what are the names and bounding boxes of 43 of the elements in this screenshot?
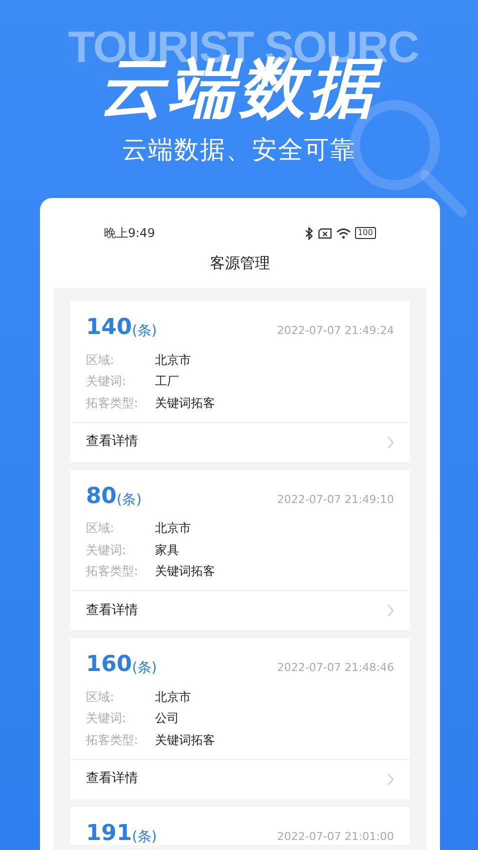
record-count: 191	[86, 822, 132, 844]
chevron-right-icon	[387, 436, 394, 448]
record-time: 2022-07-07 21:49:10	[277, 494, 394, 504]
field-value: 北京市	[155, 352, 191, 369]
sim-icon	[318, 228, 332, 238]
field-value: 北京市	[155, 688, 191, 706]
field-label: 区域:	[86, 352, 116, 369]
field-value: 公司	[155, 710, 179, 728]
subtitle: 云端数据、安全可靠	[122, 137, 356, 162]
record-time: 2022-07-07 21:48:46	[277, 662, 394, 673]
field-value: 工厂	[155, 373, 179, 390]
record-time: 2022-07-07 21:49:24	[277, 325, 394, 336]
record-count: 160	[86, 654, 132, 676]
field-label: 拓客类型:	[86, 394, 140, 412]
chevron-right-icon	[387, 772, 394, 786]
record-unit: (条)	[132, 661, 157, 675]
chevron-right-icon	[387, 604, 394, 617]
record-unit: (条)	[132, 830, 157, 844]
details-link[interactable]: 查看详情	[70, 422, 410, 462]
field-label: 关键词:	[86, 542, 128, 559]
details-link[interactable]: 查看详情	[70, 758, 410, 798]
field-label: 拓客类型:	[86, 563, 140, 580]
record-unit: (条)	[132, 324, 157, 338]
record-count: 80	[86, 486, 117, 508]
field-label: 关键词:	[86, 373, 128, 390]
field-value: 北京市	[155, 520, 191, 538]
field-value: 关键词拓客	[155, 732, 215, 749]
wifi-icon	[336, 228, 351, 238]
field-value: 家具	[155, 542, 179, 559]
status-time: 晚上9:49	[104, 225, 155, 242]
page-title: 客源管理	[209, 253, 271, 274]
bluetooth-icon	[304, 226, 314, 240]
record-count: 140	[86, 317, 132, 339]
details-link[interactable]: 查看详情	[70, 590, 410, 630]
field-value: 关键词拓客	[155, 394, 215, 412]
battery-indicator: 100	[354, 227, 376, 239]
field-label: 区域:	[86, 688, 116, 706]
field-label: 拓客类型:	[86, 732, 140, 749]
field-label: 关键词:	[86, 710, 128, 728]
record-time: 2022-07-07 21:01:00	[277, 830, 394, 842]
field-value: 关键词拓客	[155, 563, 215, 580]
field-label: 区域:	[86, 520, 116, 538]
record-unit: (条)	[116, 492, 142, 506]
